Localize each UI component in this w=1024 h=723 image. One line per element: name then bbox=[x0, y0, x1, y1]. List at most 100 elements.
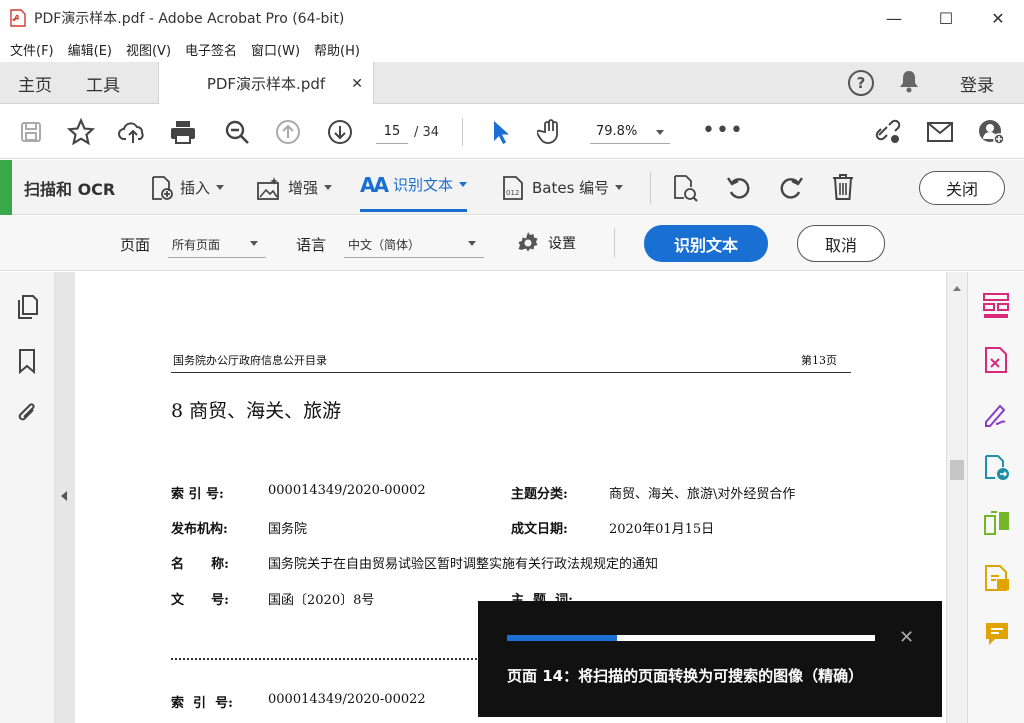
page-properties-icon[interactable] bbox=[672, 174, 698, 206]
close-window-button[interactable]: ✕ bbox=[972, 0, 1024, 36]
email-icon[interactable] bbox=[925, 117, 955, 147]
right-tools-rail bbox=[967, 272, 1024, 723]
doc-field-value: 2020年01月15日 bbox=[609, 522, 715, 537]
insert-menu[interactable]: 插入 bbox=[150, 160, 225, 215]
page-thumbnails-icon[interactable] bbox=[15, 294, 39, 324]
doc-dotted-separator bbox=[171, 658, 501, 660]
doc-field-value: 商贸、海关、旅游\对外经贸合作 bbox=[609, 487, 796, 502]
menu-esign[interactable]: 电子签名 bbox=[185, 40, 237, 59]
recognize-text-button[interactable]: 识别文本 bbox=[644, 225, 768, 262]
comment-icon[interactable] bbox=[983, 620, 1011, 652]
main-toolbar: 15 / 34 79.8% ••• bbox=[0, 104, 1024, 159]
login-link[interactable]: 登录 bbox=[960, 71, 994, 96]
settings-button[interactable]: 设置 bbox=[516, 231, 576, 255]
recognize-text-menu[interactable]: AA 识别文本 bbox=[360, 160, 467, 212]
page-range-select[interactable]: 所有页面 bbox=[168, 232, 266, 258]
send-for-review-icon[interactable] bbox=[983, 454, 1011, 486]
page-range-label: 页面 bbox=[120, 236, 151, 254]
doc-field-value: 国务院关于在自由贸易试验区暂时调整实施有关行政法规规定的通知 bbox=[268, 557, 659, 572]
save-icon[interactable] bbox=[16, 117, 46, 147]
page-total-label: / 34 bbox=[414, 125, 440, 140]
menu-view[interactable]: 视图(V) bbox=[126, 40, 171, 59]
ocr-divider bbox=[650, 172, 651, 204]
fill-sign-icon[interactable] bbox=[982, 400, 1010, 432]
tab-home[interactable]: 主页 bbox=[18, 71, 52, 96]
enhance-image-icon bbox=[257, 176, 279, 200]
close-toast-icon[interactable]: ✕ bbox=[899, 627, 914, 648]
doc-field-key: 主题分类: bbox=[511, 487, 568, 502]
bookmark-icon[interactable] bbox=[17, 348, 37, 378]
scroll-up-arrow-icon[interactable] bbox=[953, 286, 961, 291]
organize-pages-icon[interactable] bbox=[982, 292, 1010, 324]
page-number-input[interactable]: 15 bbox=[376, 120, 408, 144]
export-pdf-icon[interactable] bbox=[983, 346, 1009, 378]
progress-fill bbox=[507, 635, 618, 641]
more-tools-icon[interactable]: ••• bbox=[702, 118, 744, 143]
hand-tool-icon[interactable] bbox=[536, 117, 566, 147]
doc-field-key: 发布机构: bbox=[171, 522, 228, 537]
gear-icon bbox=[518, 232, 538, 252]
tab-bar: 主页 工具 PDF演示样本.pdf ✕ ? 登录 bbox=[0, 62, 1024, 105]
rotate-left-icon[interactable] bbox=[726, 174, 752, 204]
doc-header-left: 国务院办公厅政府信息公开目录 bbox=[173, 354, 327, 367]
ocr-title: 扫描和 OCR bbox=[24, 179, 116, 199]
star-icon[interactable] bbox=[66, 117, 96, 147]
attachment-icon[interactable] bbox=[15, 400, 39, 430]
page-down-icon[interactable] bbox=[325, 117, 355, 147]
chevron-down-icon bbox=[656, 130, 664, 135]
chevron-down-icon bbox=[468, 241, 476, 246]
tab-document-label: PDF演示样本.pdf bbox=[206, 75, 326, 93]
notification-bell-icon[interactable] bbox=[898, 69, 920, 97]
menu-file[interactable]: 文件(F) bbox=[10, 40, 54, 59]
compare-files-icon[interactable] bbox=[983, 510, 1011, 542]
menu-help[interactable]: 帮助(H) bbox=[314, 40, 360, 59]
bates-numbering-menu[interactable]: 012 Bates 编号 bbox=[502, 160, 624, 215]
options-divider bbox=[614, 228, 615, 258]
bates-number-icon: 012 bbox=[503, 175, 523, 200]
menu-window[interactable]: 窗口(W) bbox=[251, 40, 300, 59]
title-bar: PDF演示样本.pdf - Adobe Acrobat Pro (64-bit)… bbox=[0, 0, 1024, 36]
chevron-down-icon bbox=[615, 185, 624, 190]
pdf-file-icon bbox=[10, 9, 26, 27]
doc-heading: 8 商贸、海关、旅游 bbox=[171, 400, 342, 422]
language-select[interactable]: 中文（简体） bbox=[344, 232, 484, 258]
ocr-accent-bar bbox=[0, 160, 12, 215]
doc-field-key: 文 号: bbox=[171, 593, 229, 608]
close-tool-button[interactable]: 关闭 bbox=[919, 171, 1005, 205]
delete-trash-icon[interactable] bbox=[830, 173, 856, 205]
enhance-menu[interactable]: 增强 bbox=[256, 160, 333, 215]
print-icon[interactable] bbox=[168, 117, 198, 147]
cancel-button[interactable]: 取消 bbox=[797, 225, 885, 262]
vertical-scrollbar[interactable] bbox=[946, 272, 967, 723]
cloud-upload-icon[interactable] bbox=[118, 117, 148, 147]
rotate-right-icon[interactable] bbox=[778, 174, 804, 204]
menu-edit[interactable]: 编辑(E) bbox=[68, 40, 112, 59]
page-up-icon[interactable] bbox=[273, 117, 303, 147]
close-tab-icon[interactable]: ✕ bbox=[351, 76, 363, 92]
zoom-out-icon[interactable] bbox=[222, 117, 252, 147]
doc-field-value: 000014349/2020-00002 bbox=[268, 483, 426, 498]
minimize-button[interactable]: — bbox=[868, 0, 920, 36]
scroll-thumb[interactable] bbox=[950, 460, 964, 480]
tab-tools[interactable]: 工具 bbox=[86, 71, 120, 96]
doc-header-right: 第13页 bbox=[801, 354, 837, 367]
left-navigation-rail bbox=[0, 272, 55, 723]
tab-document[interactable]: PDF演示样本.pdf ✕ bbox=[158, 62, 374, 105]
chevron-down-icon bbox=[458, 182, 467, 187]
zoom-select[interactable]: 79.8% bbox=[590, 120, 670, 144]
chevron-down-icon bbox=[216, 185, 225, 190]
select-pointer-icon[interactable] bbox=[486, 117, 516, 147]
svg-text:012: 012 bbox=[506, 189, 519, 197]
add-user-icon[interactable] bbox=[976, 117, 1006, 147]
language-label: 语言 bbox=[296, 236, 327, 254]
doc-field-value: 000014349/2020-00022 bbox=[268, 692, 426, 707]
help-icon[interactable]: ? bbox=[848, 70, 874, 96]
maximize-button[interactable]: ☐ bbox=[920, 0, 972, 36]
chevron-left-icon bbox=[61, 491, 67, 501]
create-pdf-icon[interactable] bbox=[983, 564, 1011, 596]
doc-field-key: 名 称: bbox=[171, 557, 229, 572]
doc-field-key: 索 引 号: bbox=[171, 696, 233, 711]
left-panel-collapse[interactable] bbox=[55, 272, 75, 723]
doc-field-key: 索 引 号: bbox=[171, 487, 224, 502]
share-link-icon[interactable] bbox=[873, 117, 903, 147]
